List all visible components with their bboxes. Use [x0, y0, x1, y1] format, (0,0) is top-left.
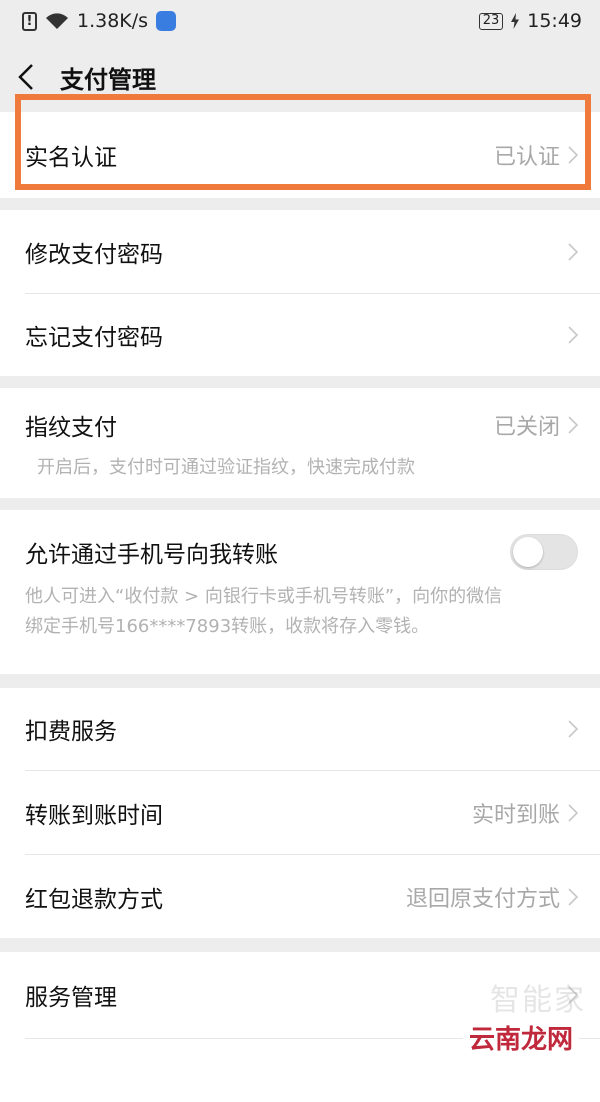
real-name-label: 实名认证 — [25, 145, 117, 171]
deduct-service-row[interactable]: 扣费服务 — [0, 688, 600, 770]
real-name-status: 已认证 — [493, 145, 560, 170]
refund-method-label: 红包退款方式 — [25, 886, 163, 913]
real-name-right: 已认证 — [494, 139, 578, 171]
chevron-right-icon — [568, 416, 578, 434]
arrival-time-row[interactable]: 转账到账时间 实时到账 — [0, 771, 600, 854]
change-password-label: 修改支付密码 — [25, 241, 163, 268]
fingerprint-right: 已关闭 — [494, 409, 578, 441]
battery-icon: 23 — [478, 12, 504, 30]
change-password-row[interactable]: 修改支付密码 — [0, 210, 600, 293]
forgot-password-label: 忘记支付密码 — [25, 325, 163, 351]
chevron-right-icon — [568, 146, 578, 164]
arrival-time-right: 实时到账 — [472, 797, 578, 829]
watermark-top: 智能家 — [490, 983, 586, 1018]
fingerprint-group: 指纹支付 已关闭 开启后，支付时可通过验证指纹，快速完成付款 — [0, 388, 600, 498]
page-title: 支付管理 — [60, 65, 156, 94]
phone-transfer-label: 允许通过手机号向我转账 — [25, 542, 278, 568]
watermark-logo: 云南龙网 — [463, 1018, 580, 1056]
refund-method-right: 退回原支付方式 — [406, 881, 578, 913]
real-name-group: 实名认证 已认证 — [0, 112, 600, 198]
chevron-right-icon — [568, 720, 578, 738]
refund-method-value: 退回原支付方式 — [405, 886, 560, 912]
password-group: 修改支付密码 忘记支付密码 — [0, 210, 600, 376]
fingerprint-label: 指纹支付 — [25, 415, 117, 441]
charging-icon — [511, 13, 520, 29]
status-bar: ! 1.38K/s 23 15:49 — [0, 0, 600, 42]
battery-level: 23 — [482, 13, 500, 28]
phone-transfer-toggle[interactable] — [510, 534, 578, 570]
clock: 15:49 — [527, 10, 582, 32]
chevron-right-icon — [568, 242, 578, 261]
chevron-right-icon — [568, 887, 578, 906]
arrival-time-label: 转账到账时间 — [25, 802, 163, 829]
phone-transfer-hint-line1: 他人可进入“收付款 > 向银行卡或手机号转账”，向你的微信 — [25, 586, 503, 607]
forgot-password-row[interactable]: 忘记支付密码 — [0, 294, 600, 376]
network-speed: 1.38K/s — [77, 10, 149, 32]
deduct-service-label: 扣费服务 — [25, 719, 117, 745]
back-arrow-icon[interactable] — [18, 61, 40, 93]
toggle-knob — [513, 537, 543, 567]
phone-transfer-group: 允许通过手机号向我转账 他人可进入“收付款 > 向银行卡或手机号转账”，向你的微… — [0, 510, 600, 674]
title-bar: 支付管理 — [0, 42, 600, 112]
status-left: ! 1.38K/s — [22, 10, 177, 32]
phone-transfer-row: 允许通过手机号向我转账 — [0, 524, 600, 580]
alert-icon: ! — [22, 11, 37, 31]
fingerprint-row[interactable]: 指纹支付 已关闭 — [0, 389, 600, 461]
arrival-time-value: 实时到账 — [471, 802, 560, 828]
chevron-right-icon — [568, 803, 578, 822]
fingerprint-status: 已关闭 — [493, 415, 560, 440]
services-group: 扣费服务 转账到账时间 实时到账 红包退款方式 退回原支付方式 — [0, 688, 600, 938]
service-manage-label: 服务管理 — [25, 985, 117, 1011]
status-right: 23 15:49 — [478, 10, 582, 32]
phone-transfer-hint-line2: 绑定手机号166****7893转账，收款将存入零钱。 — [25, 616, 430, 637]
wifi-icon — [45, 12, 69, 30]
real-name-row[interactable]: 实名认证 已认证 — [0, 112, 600, 198]
chevron-right-icon — [568, 326, 578, 344]
refund-method-row[interactable]: 红包退款方式 退回原支付方式 — [0, 855, 600, 938]
app-notification-icon — [156, 11, 177, 31]
